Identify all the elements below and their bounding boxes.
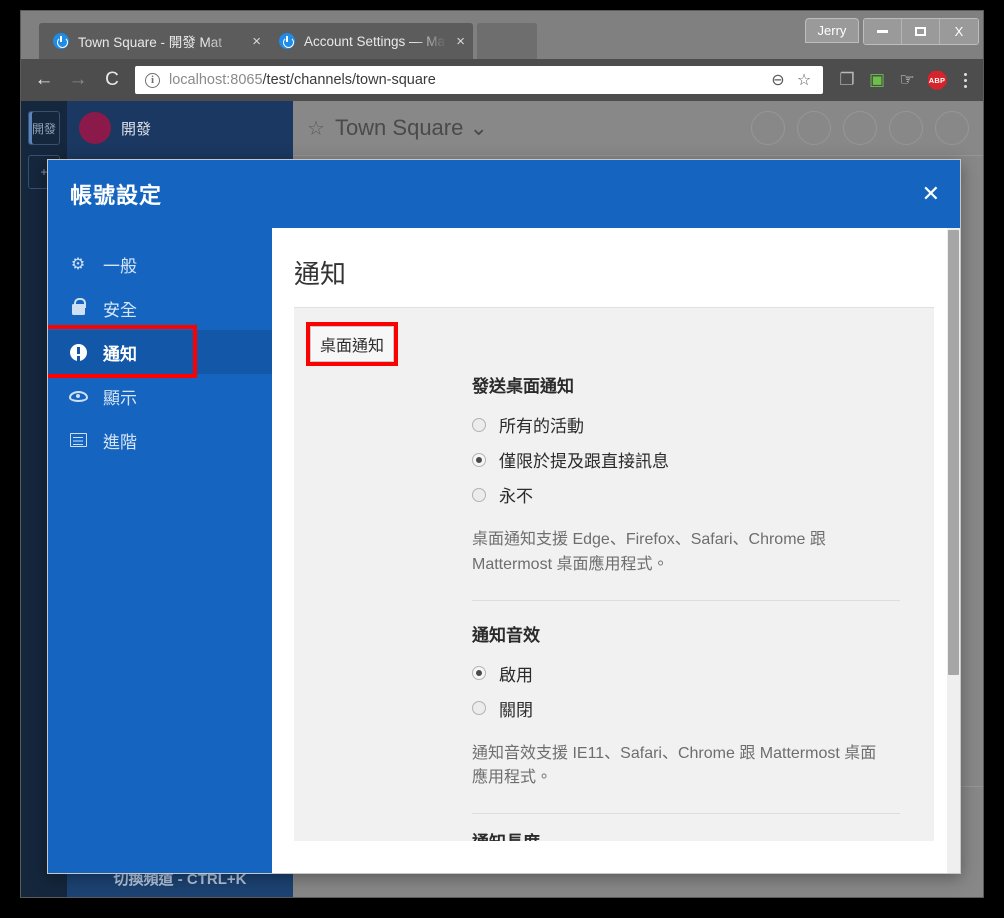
reload-icon[interactable]: C: [95, 63, 129, 97]
browser-tab-town-square[interactable]: Town Square - 開發 Mat ×: [39, 23, 269, 59]
extensions-toolbar: ❐ ▣ ☞ ABP: [829, 66, 977, 94]
eye-icon: [68, 390, 88, 402]
tab-title: Town Square - 開發 Mat: [78, 35, 223, 50]
radio-icon: [472, 417, 486, 432]
gear-icon: ⚙: [70, 256, 86, 273]
hand-pointer-icon[interactable]: ☞: [893, 66, 921, 94]
new-tab-button[interactable]: [477, 23, 537, 59]
bookmark-star-icon[interactable]: ☆: [791, 67, 817, 93]
zoom-out-icon[interactable]: ⊖: [765, 67, 791, 93]
help-text: 桌面通知支援 Edge、Firefox、Safari、Chrome 跟 Matt…: [472, 531, 826, 573]
close-button[interactable]: X: [940, 19, 978, 44]
browser-window: Town Square - 開發 Mat × Account Settings …: [20, 10, 984, 898]
section-tab-label: 桌面通知: [320, 338, 385, 355]
radio-icon: [472, 701, 486, 716]
radio-label: 所有的活動: [499, 417, 584, 436]
forward-icon[interactable]: →: [61, 63, 95, 97]
radio-all-activity[interactable]: 所有的活動: [472, 407, 900, 442]
mattermost-icon: [53, 33, 69, 49]
sidebar-item-security[interactable]: 安全: [48, 286, 272, 330]
radio-icon: [472, 452, 486, 467]
window-controls: X: [863, 18, 979, 45]
radio-icon: [472, 666, 486, 681]
account-settings-modal: 帳號設定 ✕ ⚙ 一般 安全 通知 顯示 進階 通知 桌面通知 發送桌面通知 所…: [47, 159, 961, 874]
section-tab-desktop-notifications[interactable]: 桌面通知: [306, 322, 399, 366]
sidebar-item-general[interactable]: ⚙ 一般: [48, 242, 272, 286]
tab-copy-icon[interactable]: ❐: [833, 66, 861, 94]
window-profile-button[interactable]: Jerry: [805, 18, 859, 43]
setting-label: 發送桌面通知: [472, 377, 574, 396]
setting-group-desktop: 發送桌面通知 所有的活動 僅限於提及跟直接訊息 永不 桌面通知支援 Edge、F…: [294, 362, 934, 621]
page-title: 通知: [294, 260, 347, 289]
maximize-button[interactable]: [902, 19, 940, 44]
screen-share-icon[interactable]: ▣: [863, 66, 891, 94]
radio-never[interactable]: 永不: [472, 477, 900, 512]
mattermost-icon: [279, 33, 295, 49]
help-text: 通知音效支援 IE11、Safari、Chrome 跟 Mattermost 桌…: [472, 744, 877, 787]
setting-group-sound: 通知音效 啟用 關閉 通知音效支援 IE11、Safari、Chrome 跟 M: [294, 621, 934, 841]
close-icon[interactable]: ×: [252, 34, 261, 49]
section-tab-wrap: 桌面通知: [294, 308, 934, 366]
lock-icon: [68, 298, 88, 315]
adblock-plus-icon[interactable]: ABP: [923, 66, 951, 94]
address-bar[interactable]: i localhost:8065/test/channels/town-squa…: [135, 66, 823, 94]
sidebar-item-display[interactable]: 顯示: [48, 374, 272, 418]
tab-title: Account Settings — Ma: [304, 33, 446, 49]
notifications-card: 桌面通知 發送桌面通知 所有的活動 僅限於提及跟直接訊息 永不 桌面通知支援 E…: [294, 307, 934, 842]
settings-pane: 通知 桌面通知 發送桌面通知 所有的活動 僅限於提及跟直接訊息 永不 桌面通知支…: [272, 228, 960, 873]
setting-label: 通知音效: [472, 625, 540, 645]
modal-body: ⚙ 一般 安全 通知 顯示 進階 通知 桌面通知 發送桌面通知 所有的活動 僅限…: [48, 228, 960, 873]
back-icon[interactable]: ←: [27, 63, 61, 97]
browser-toolbar: ← → C i localhost:8065/test/channels/tow…: [21, 59, 983, 101]
pane-scrollbar[interactable]: [947, 228, 960, 873]
radio-sound-off[interactable]: 關閉: [472, 691, 900, 726]
radio-label: 僅限於提及跟直接訊息: [499, 452, 669, 471]
close-icon[interactable]: ×: [456, 34, 465, 49]
setting-label-clipped: 通知長度: [472, 828, 900, 841]
sidebar-item-label: 進階: [103, 432, 137, 452]
url-text: localhost:8065/test/channels/town-square: [169, 72, 765, 88]
scrollbar-thumb[interactable]: [948, 230, 959, 676]
modal-header: 帳號設定 ✕: [48, 160, 960, 228]
site-info-icon[interactable]: i: [145, 72, 160, 88]
list-icon: [68, 433, 88, 447]
radio-label: 關閉: [499, 700, 533, 720]
pane-scroll-region: 通知 桌面通知 發送桌面通知 所有的活動 僅限於提及跟直接訊息 永不 桌面通知支…: [272, 228, 960, 873]
radio-label: 啟用: [499, 665, 533, 685]
settings-nav: ⚙ 一般 安全 通知 顯示 進階: [48, 228, 272, 873]
radio-mentions-dms[interactable]: 僅限於提及跟直接訊息: [472, 442, 900, 477]
modal-title: 帳號設定: [70, 183, 163, 208]
browser-menu-icon[interactable]: [953, 66, 977, 94]
url-path: /test/channels/town-square: [262, 72, 436, 88]
sidebar-item-label: 顯示: [103, 388, 137, 408]
radio-sound-on[interactable]: 啟用: [472, 656, 900, 691]
radio-icon: [472, 487, 486, 502]
close-icon[interactable]: ✕: [922, 183, 940, 205]
url-host: localhost:8065: [169, 72, 263, 88]
radio-label: 永不: [499, 487, 533, 506]
browser-tab-account-settings[interactable]: Account Settings — Ma ×: [265, 23, 473, 59]
sidebar-item-advanced[interactable]: 進階: [48, 418, 272, 462]
sidebar-item-label: 一般: [103, 256, 137, 276]
page-viewport: 開發 + 開發 切換頻道 - CTRL+K ☆ Town Square ⌄ 帳號…: [21, 101, 983, 897]
window-titlebar: Town Square - 開發 Mat × Account Settings …: [21, 11, 983, 59]
exclamation-circle-icon: [68, 343, 88, 361]
sidebar-item-label: 安全: [103, 300, 137, 320]
minimize-button[interactable]: [864, 19, 902, 44]
sidebar-item-label: 通知: [103, 344, 137, 364]
sidebar-item-notifications[interactable]: 通知: [48, 325, 272, 378]
